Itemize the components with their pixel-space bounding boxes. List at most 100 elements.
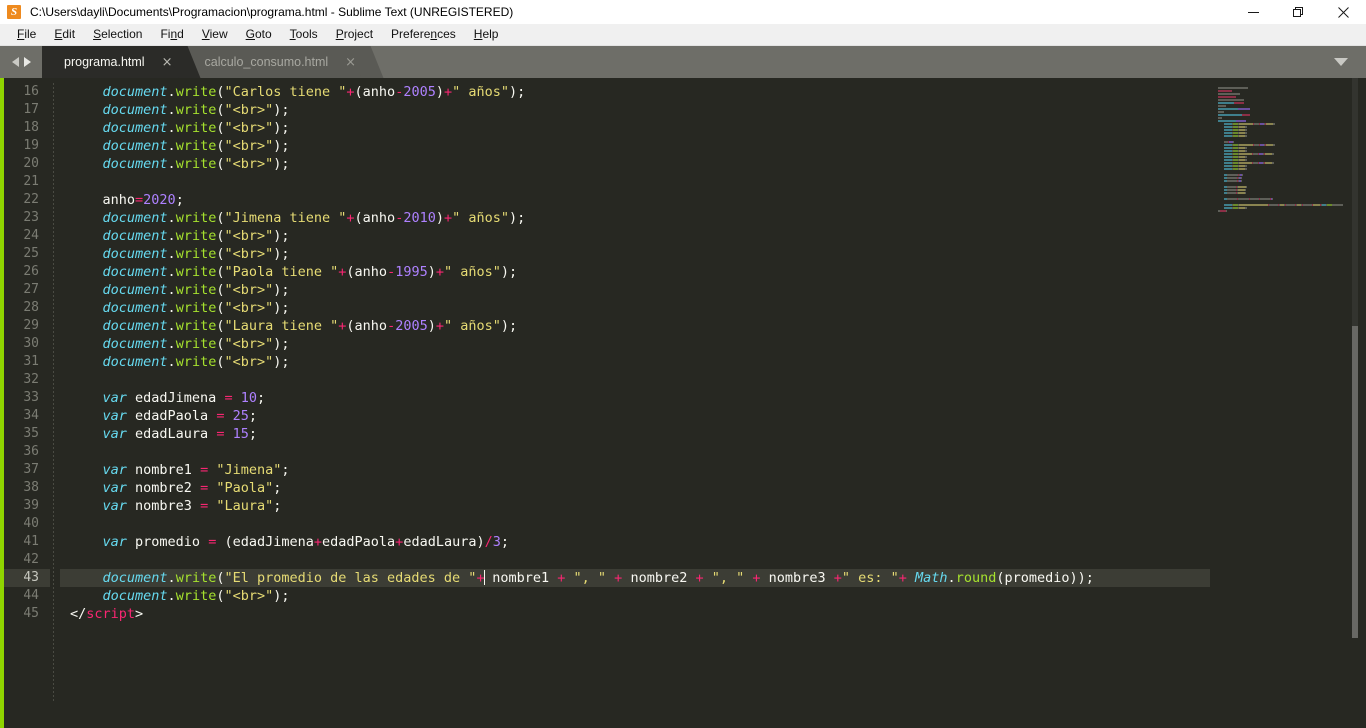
code-line[interactable]: var edadJimena = 10; xyxy=(60,389,1210,407)
tab-close-icon[interactable]: × xyxy=(162,56,173,69)
code-line[interactable]: </script> xyxy=(60,605,1210,623)
code-line[interactable]: var nombre3 = "Laura"; xyxy=(60,497,1210,515)
close-icon[interactable] xyxy=(1321,0,1366,24)
code-line[interactable]: var nombre1 = "Jimena"; xyxy=(60,461,1210,479)
code-token: document xyxy=(102,300,168,316)
code-token: document xyxy=(102,120,168,136)
code-token: . xyxy=(167,300,176,316)
line-number: 21 xyxy=(23,174,39,189)
editor-area[interactable]: 16 17 18 19 20 21 22 23 24 25 26 27 28 29 30 31 32 33 34 35… xyxy=(0,78,1366,728)
tab-calculo-consumo-html[interactable]: calculo_consumo.html × xyxy=(182,46,367,78)
code-line[interactable] xyxy=(60,443,1210,461)
code-line[interactable]: document.write("Carlos tiene "+(anho-200… xyxy=(60,83,1210,101)
code-token: "El promedio de las edades de " xyxy=(224,570,477,586)
window-title: C:\Users\dayli\Documents\Programacion\pr… xyxy=(30,5,514,19)
code-token: ; xyxy=(281,156,290,172)
code-token: (edadJimena xyxy=(216,534,314,550)
code-line[interactable]: anho=2020; xyxy=(60,191,1210,209)
tab-nav-arrows[interactable] xyxy=(0,46,42,78)
code-token: ; xyxy=(281,462,290,478)
code-line[interactable]: document.write("Laura tiene "+(anho-2005… xyxy=(60,317,1210,335)
code-token: "<br>" xyxy=(224,336,274,352)
menu-item-file[interactable]: File xyxy=(8,25,45,44)
code-minimap[interactable] xyxy=(1210,78,1366,728)
code-line[interactable]: document.write("<br>"); xyxy=(60,245,1210,263)
minimap-scrollbar[interactable] xyxy=(1352,326,1358,638)
indent-guide xyxy=(53,83,54,702)
code-token: write xyxy=(175,246,217,262)
code-line[interactable]: var edadLaura = 15; xyxy=(60,425,1210,443)
code-line[interactable]: document.write("<br>"); xyxy=(60,299,1210,317)
menu-item-project[interactable]: Project xyxy=(327,25,382,44)
line-number: 19 xyxy=(23,138,39,153)
code-token: "Laura" xyxy=(216,498,274,514)
code-line[interactable]: document.write("Paola tiene "+(anho-1995… xyxy=(60,263,1210,281)
code-line[interactable]: document.write("<br>"); xyxy=(60,227,1210,245)
code-token: "<br>" xyxy=(224,282,274,298)
code-line[interactable]: document.write("<br>"); xyxy=(60,137,1210,155)
code-line[interactable] xyxy=(60,515,1210,533)
code-token: ; xyxy=(1085,570,1094,586)
code-line[interactable]: document.write("<br>"); xyxy=(60,335,1210,353)
code-line[interactable]: document.write("<br>"); xyxy=(60,281,1210,299)
code-token: "<br>" xyxy=(224,120,274,136)
code-token: ; xyxy=(248,426,257,442)
line-number: 29 xyxy=(23,318,39,333)
line-number: 30 xyxy=(23,336,39,351)
code-line[interactable]: document.write("<br>"); xyxy=(60,587,1210,605)
code-token: document xyxy=(102,570,168,586)
chevron-right-icon[interactable] xyxy=(23,57,31,67)
code-token: = xyxy=(200,480,209,496)
menu-item-find[interactable]: Find xyxy=(151,25,192,44)
code-line[interactable]: document.write("<br>"); xyxy=(60,119,1210,137)
code-token: "<br>" xyxy=(224,102,274,118)
code-token: + xyxy=(833,570,842,586)
code-token: write xyxy=(175,570,217,586)
code-line[interactable]: document.write("El promedio de las edade… xyxy=(60,569,1210,587)
code-line[interactable]: document.write("<br>"); xyxy=(60,155,1210,173)
code-line[interactable]: var promedio = (edadJimena+edadPaola+eda… xyxy=(60,533,1210,551)
fold-rail[interactable] xyxy=(50,78,60,728)
tab-close-icon[interactable]: × xyxy=(345,56,356,69)
code-token: " años" xyxy=(452,84,510,100)
code-token: + xyxy=(313,534,323,550)
code-token: "Jimena" xyxy=(216,462,282,478)
code-line[interactable]: document.write("Jimena tiene "+(anho-201… xyxy=(60,209,1210,227)
minimize-icon[interactable] xyxy=(1231,0,1276,24)
code-line[interactable]: var edadPaola = 25; xyxy=(60,407,1210,425)
menu-item-help[interactable]: Help xyxy=(465,25,508,44)
tab-programa-html[interactable]: programa.html × xyxy=(42,46,183,78)
code-token: . xyxy=(167,120,176,136)
code-token: + xyxy=(435,264,444,280)
code-line[interactable] xyxy=(60,551,1210,569)
minimap-viewport[interactable] xyxy=(1352,78,1358,326)
sublime-text-logo-icon xyxy=(7,5,21,19)
code-line[interactable] xyxy=(60,173,1210,191)
code-token: ( xyxy=(354,84,363,100)
restore-icon[interactable] xyxy=(1276,0,1321,24)
code-token: " años" xyxy=(444,264,501,280)
code-line[interactable]: document.write("<br>"); xyxy=(60,101,1210,119)
menu-item-goto[interactable]: Goto xyxy=(237,25,281,44)
code-token: round xyxy=(955,570,997,586)
menu-item-tools[interactable]: Tools xyxy=(281,25,327,44)
menu-item-selection[interactable]: Selection xyxy=(84,25,151,44)
code-token: var xyxy=(102,498,127,514)
code-line[interactable]: var nombre2 = "Paola"; xyxy=(60,479,1210,497)
menu-item-view[interactable]: View xyxy=(193,25,237,44)
chevron-down-icon[interactable] xyxy=(1334,58,1348,66)
code-line[interactable] xyxy=(60,371,1210,389)
chevron-left-icon[interactable] xyxy=(11,57,19,67)
line-number: 31 xyxy=(23,354,39,369)
code-token: "Paola tiene " xyxy=(224,264,339,280)
menu-item-preferences[interactable]: Preferences xyxy=(382,25,465,44)
code-token: nombre2 xyxy=(622,570,696,586)
code-token: nombre1 xyxy=(484,570,558,586)
code-token: nombre1 xyxy=(126,462,201,478)
menu-item-edit[interactable]: Edit xyxy=(45,25,84,44)
code-content[interactable]: document.write("Carlos tiene "+(anho-200… xyxy=(60,78,1210,728)
code-token: 2005 xyxy=(395,318,428,334)
code-token: var xyxy=(102,426,127,442)
code-line[interactable]: document.write("<br>"); xyxy=(60,353,1210,371)
